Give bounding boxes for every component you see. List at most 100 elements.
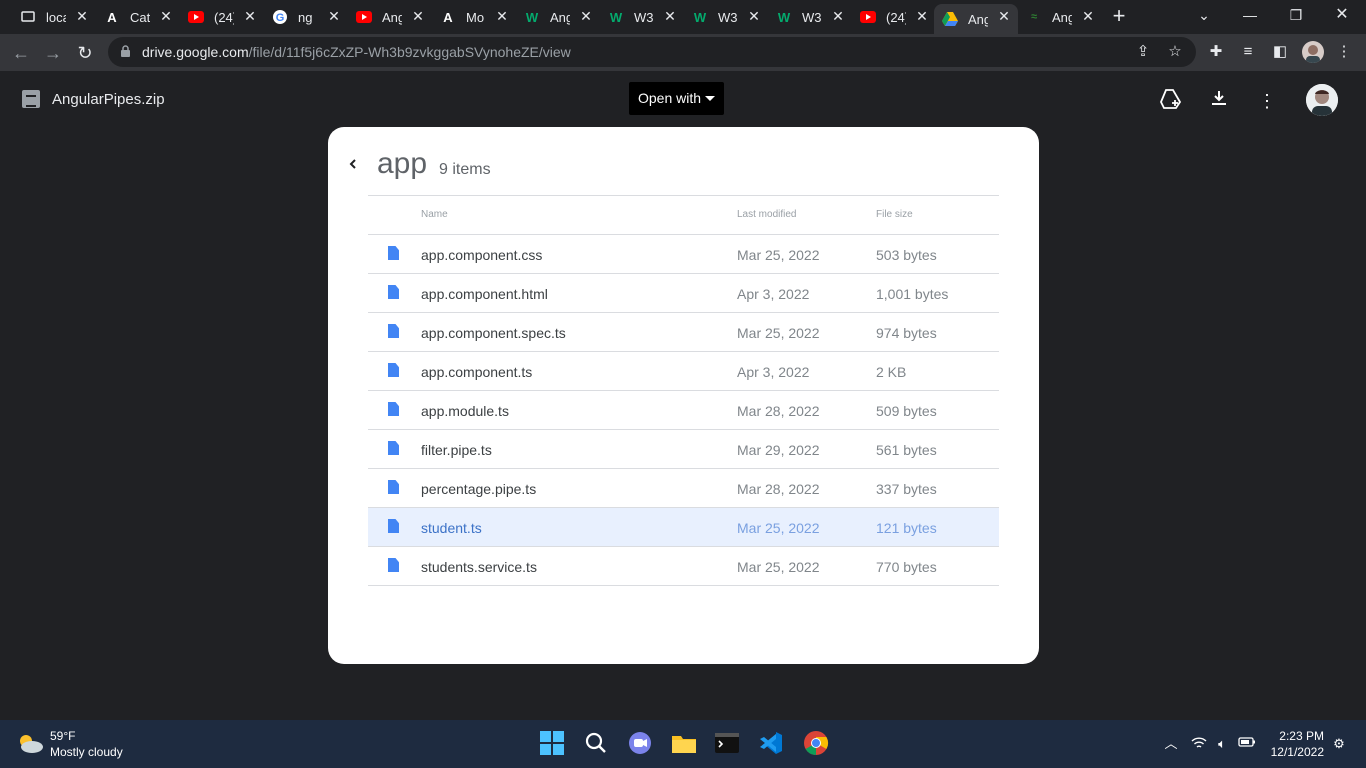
browser-tab-active[interactable]: Ang ✕ (934, 4, 1018, 34)
teams-chat-icon[interactable] (627, 730, 653, 756)
file-explorer-icon[interactable] (671, 730, 697, 756)
browser-tab[interactable]: (24) ✕ (852, 4, 936, 30)
windows-start-icon[interactable] (539, 730, 565, 756)
close-tab-icon[interactable]: ✕ (914, 8, 930, 24)
table-row[interactable]: app.component.spec.ts Mar 25, 2022 974 byt… (368, 313, 999, 352)
browser-tab[interactable]: G ng ✕ (264, 4, 348, 30)
vscode-icon[interactable] (758, 730, 784, 756)
size-cell: 121 bytes (876, 520, 937, 536)
column-name: Name (421, 209, 448, 220)
close-tab-icon[interactable]: ✕ (662, 8, 678, 24)
close-tab-icon[interactable]: ✕ (746, 8, 762, 24)
account-avatar[interactable] (1306, 84, 1338, 116)
side-panel-icon[interactable]: ◧ (1270, 42, 1290, 62)
close-tab-icon[interactable]: ✕ (242, 8, 258, 24)
add-to-drive-icon[interactable] (1159, 89, 1183, 113)
browser-tab[interactable]: A Cat ✕ (96, 4, 180, 30)
chrome-icon[interactable] (803, 730, 829, 756)
profile-avatar[interactable] (1302, 41, 1324, 63)
address-bar[interactable]: drive.google.com/file/d/11f5j6cZxZP-Wh3b… (108, 37, 1196, 67)
google-favicon-icon: G (272, 9, 288, 25)
terminal-icon[interactable] (714, 730, 740, 756)
browser-tab[interactable]: ≈ Ang ✕ (1018, 4, 1102, 30)
reload-icon[interactable]: ↻ (74, 42, 96, 64)
w3schools-favicon-icon: W (609, 9, 623, 25)
show-hidden-icons-icon[interactable]: ︿ (1162, 736, 1180, 752)
wifi-icon[interactable] (1190, 736, 1208, 752)
tab-title: W3 (802, 9, 822, 25)
close-tab-icon[interactable]: ✕ (74, 8, 90, 24)
extensions-icon[interactable]: ✚ (1206, 42, 1226, 62)
table-row[interactable]: filter.pipe.ts Mar 29, 2022 561 bytes (368, 430, 999, 469)
browser-tab[interactable]: A Mo ✕ (432, 4, 516, 30)
minimize-icon[interactable]: — (1236, 4, 1264, 26)
item-count: 9 items (439, 161, 491, 178)
tab-search-icon[interactable]: ⌄ (1190, 4, 1218, 26)
bookmark-star-icon[interactable]: ☆ (1166, 43, 1184, 61)
clock-date: 12/1/2022 (1270, 745, 1324, 759)
modified-cell: Apr 3, 2022 (737, 364, 810, 380)
back-chevron-icon[interactable] (348, 157, 360, 171)
table-row[interactable]: app.component.html Apr 3, 2022 1,001 bytes (368, 274, 999, 313)
table-row-selected[interactable]: student.ts Mar 25, 2022 121 bytes (368, 508, 999, 547)
file-name-cell: app.component.css (421, 247, 543, 263)
browser-tab[interactable]: W W3 ✕ (768, 4, 852, 30)
notification-icon[interactable]: ⚙︎ (1330, 736, 1348, 752)
size-cell: 770 bytes (876, 559, 937, 575)
modified-cell: Mar 25, 2022 (737, 559, 820, 575)
modified-cell: Mar 25, 2022 (737, 325, 820, 341)
battery-icon[interactable] (1238, 736, 1256, 752)
tab-title: (24) (214, 9, 234, 25)
close-tab-icon[interactable]: ✕ (410, 8, 426, 24)
drive-preview-header: AngularPipes.zip Open with ⋮ (0, 71, 1366, 127)
table-row[interactable]: students.service.ts Mar 25, 2022 770 bytes (368, 547, 999, 586)
w3schools-favicon-icon: W (693, 9, 707, 25)
file-name-cell: app.component.html (421, 286, 548, 302)
restore-icon[interactable]: ❐ (1282, 4, 1310, 26)
forward-icon[interactable]: → (42, 42, 64, 64)
windows-taskbar: 59°F Mostly cloudy ︿ 🔈︎ 2:23 PM 12/1/202… (0, 720, 1366, 768)
svg-text:G: G (276, 12, 285, 24)
close-tab-icon[interactable]: ✕ (158, 8, 174, 24)
browser-tab[interactable]: W W3 ✕ (600, 4, 684, 30)
system-clock[interactable]: 2:23 PM 12/1/2022 (1264, 728, 1324, 760)
modified-cell: Mar 29, 2022 (737, 442, 820, 458)
dropdown-caret-icon (705, 96, 715, 101)
weather-cloudy-icon[interactable] (16, 732, 44, 754)
close-tab-icon[interactable]: ✕ (494, 8, 510, 24)
search-icon[interactable] (583, 730, 609, 756)
google-drive-favicon-icon (942, 11, 958, 27)
browser-tab[interactable]: W Ang ✕ (516, 4, 600, 30)
table-row[interactable]: percentage.pipe.ts Mar 28, 2022 337 bytes (368, 469, 999, 508)
browser-tab[interactable]: W W3 ✕ (684, 4, 768, 30)
browser-menu-icon[interactable]: ⋮ (1334, 42, 1354, 62)
back-icon[interactable]: ← (10, 42, 32, 64)
media-control-icon[interactable]: ≡ (1238, 42, 1258, 62)
table-header: Name Last modified File size (368, 195, 999, 235)
close-tab-icon[interactable]: ✕ (830, 8, 846, 24)
angular-favicon-icon: A (107, 9, 117, 25)
table-row[interactable]: app.component.css Mar 25, 2022 503 bytes (368, 235, 999, 274)
file-icon (388, 285, 399, 299)
angular-favicon-icon: A (443, 9, 453, 25)
table-row[interactable]: app.component.ts Apr 3, 2022 2 KB (368, 352, 999, 391)
browser-tab[interactable]: Ang ✕ (348, 4, 432, 30)
volume-icon[interactable]: 🔈︎ (1213, 736, 1231, 752)
close-tab-icon[interactable]: ✕ (996, 8, 1012, 24)
close-tab-icon[interactable]: ✕ (326, 8, 342, 24)
table-row[interactable]: app.module.ts Mar 28, 2022 509 bytes (368, 391, 999, 430)
modified-cell: Mar 28, 2022 (737, 403, 820, 419)
open-with-button[interactable]: Open with (629, 82, 724, 115)
download-icon[interactable] (1207, 89, 1231, 113)
close-window-icon[interactable]: ✕ (1328, 4, 1356, 26)
modified-cell: Mar 25, 2022 (737, 247, 820, 263)
new-tab-icon[interactable]: + (1108, 5, 1130, 28)
w3schools-favicon-icon: W (777, 9, 791, 25)
more-actions-icon[interactable]: ⋮ (1255, 89, 1279, 113)
close-tab-icon[interactable]: ✕ (1080, 8, 1096, 24)
close-tab-icon[interactable]: ✕ (578, 8, 594, 24)
tab-title: W3 (634, 9, 654, 25)
browser-tab[interactable]: loca ✕ (12, 4, 96, 30)
share-icon[interactable]: ⇪ (1134, 43, 1152, 61)
browser-tab[interactable]: (24) ✕ (180, 4, 264, 30)
